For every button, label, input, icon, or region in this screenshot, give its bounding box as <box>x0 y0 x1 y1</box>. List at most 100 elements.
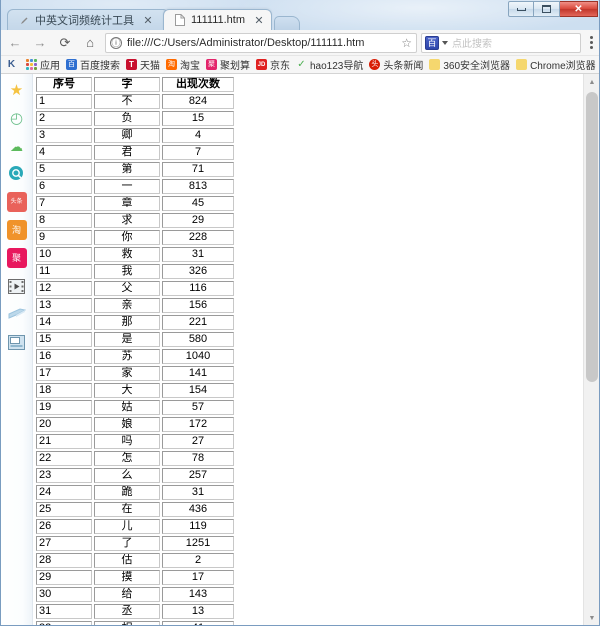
cell-index: 9 <box>36 230 92 245</box>
bookmark-juhuasuan[interactable]: 聚 聚划算 <box>203 57 253 73</box>
cell-character: 负 <box>94 111 160 126</box>
bookmark-hao123[interactable]: ✓ hao123导航 <box>293 57 366 73</box>
tab-document[interactable]: 111111.htm ✕ <box>163 9 272 30</box>
close-button[interactable]: ✕ <box>560 1 598 17</box>
apps-grid-icon <box>26 59 38 70</box>
table-row: 8求29 <box>36 213 234 228</box>
screenshot-icon[interactable] <box>7 332 27 352</box>
table-row: 12父116 <box>36 281 234 296</box>
cell-index: 28 <box>36 553 92 568</box>
table-row: 21吗27 <box>36 434 234 449</box>
table-row: 26儿119 <box>36 519 234 534</box>
bookmark-toutiao[interactable]: 头 头条新闻 <box>366 57 426 73</box>
table-row: 24跪31 <box>36 485 234 500</box>
table-row: 14那221 <box>36 315 234 330</box>
cell-count: 141 <box>162 366 234 381</box>
minimize-button[interactable] <box>508 1 534 17</box>
search-magnifier-icon[interactable] <box>7 164 27 184</box>
cell-character: 章 <box>94 196 160 211</box>
bookmark-baidu[interactable]: 百 百度搜索 <box>63 57 123 73</box>
new-tab-button[interactable] <box>274 16 300 30</box>
bookmark-apps[interactable]: 应用 <box>23 57 63 73</box>
bookmark-label: 百度搜索 <box>80 57 120 72</box>
table-row: 29摸17 <box>36 570 234 585</box>
page-info-icon[interactable]: ⓘ <box>110 37 122 49</box>
cell-index: 23 <box>36 468 92 483</box>
bookmark-label: 聚划算 <box>220 57 250 72</box>
browser-window: 中英文词频统计工具 ✕ 111111.htm ✕ ✕ ← <box>0 0 600 626</box>
cell-index: 1 <box>36 94 92 109</box>
extension-sidebar: ★ ◴ ☁ 头条 淘 聚 <box>1 74 33 626</box>
chrome-menu-button[interactable] <box>581 32 600 54</box>
baidu-icon[interactable]: 百 <box>425 36 439 50</box>
bookmark-label: 淘宝 <box>180 57 200 72</box>
cell-count: 71 <box>162 162 234 177</box>
address-bar[interactable]: ⓘ file:///C:/Users/Administrator/Desktop… <box>105 33 417 53</box>
cell-index: 20 <box>36 417 92 432</box>
scroll-down-arrow-icon[interactable]: ▼ <box>584 610 600 626</box>
bookmark-tmall[interactable]: T 天猫 <box>123 57 163 73</box>
table-row: 11我326 <box>36 264 234 279</box>
bookmark-taobao[interactable]: 淘 淘宝 <box>163 57 203 73</box>
chevron-down-icon[interactable] <box>442 41 448 45</box>
cell-index: 24 <box>36 485 92 500</box>
bookmark-star-icon[interactable]: ☆ <box>401 36 412 50</box>
cell-character: 丞 <box>94 604 160 619</box>
cell-count: 13 <box>162 604 234 619</box>
scrollbar-thumb[interactable] <box>586 92 598 382</box>
favorites-star-icon[interactable]: ★ <box>7 80 27 100</box>
tab-tool[interactable]: 中英文词频统计工具 ✕ <box>7 9 169 30</box>
cell-character: 摸 <box>94 570 160 585</box>
cell-index: 17 <box>36 366 92 381</box>
cell-index: 8 <box>36 213 92 228</box>
search-box[interactable]: 百 点此搜索 <box>421 33 581 53</box>
tab-close-icon[interactable]: ✕ <box>253 14 265 26</box>
jd-icon: JD <box>256 59 267 70</box>
bookmark-jd[interactable]: JD 京东 <box>253 57 293 73</box>
back-button[interactable]: ← <box>4 32 26 54</box>
cell-index: 12 <box>36 281 92 296</box>
table-row: 31丞13 <box>36 604 234 619</box>
table-row: 9你228 <box>36 230 234 245</box>
cell-index: 21 <box>36 434 92 449</box>
vertical-scrollbar[interactable]: ▲ ▼ <box>583 74 599 626</box>
tab-close-icon[interactable]: ✕ <box>142 14 154 26</box>
table-row: 20娘172 <box>36 417 234 432</box>
cell-index: 32 <box>36 621 92 626</box>
bookmark-360-folder[interactable]: 360安全浏览器 <box>426 57 513 73</box>
juhuasuan-icon[interactable]: 聚 <box>7 248 27 268</box>
cell-index: 27 <box>36 536 92 551</box>
page-content: 序号 字 出现次数 1不8242负153卿44君75第716一8137章458求… <box>33 74 580 626</box>
history-clock-icon[interactable]: ◴ <box>7 108 27 128</box>
reload-button[interactable]: ⟳ <box>54 32 76 54</box>
bookmark-manager[interactable]: K <box>3 57 23 73</box>
maximize-button[interactable] <box>534 1 560 17</box>
home-button[interactable]: ⌂ <box>79 32 101 54</box>
cell-count: 1040 <box>162 349 234 364</box>
cell-character: 么 <box>94 468 160 483</box>
cell-character: 救 <box>94 247 160 262</box>
video-film-icon[interactable] <box>7 276 27 296</box>
cell-character: 家 <box>94 366 160 381</box>
forward-button[interactable]: → <box>29 32 51 54</box>
cloud-translate-icon[interactable]: ☁ <box>7 136 27 156</box>
cell-character: 那 <box>94 315 160 330</box>
cell-index: 30 <box>36 587 92 602</box>
cell-count: 29 <box>162 213 234 228</box>
table-row: 22怎78 <box>36 451 234 466</box>
toutiao-news-icon[interactable]: 头条 <box>7 192 27 212</box>
table-row: 27了1251 <box>36 536 234 551</box>
window-controls: ✕ <box>508 1 598 17</box>
shopping-cart-icon[interactable]: 淘 <box>7 220 27 240</box>
book-reader-icon[interactable] <box>7 304 27 324</box>
page-viewport: ★ ◴ ☁ 头条 淘 聚 序号 <box>1 74 600 626</box>
cell-character: 大 <box>94 383 160 398</box>
table-row: 16苏1040 <box>36 349 234 364</box>
taobao-icon: 淘 <box>166 59 177 70</box>
cell-index: 18 <box>36 383 92 398</box>
scroll-up-arrow-icon[interactable]: ▲ <box>584 74 600 90</box>
bookmark-chrome-folder[interactable]: Chrome浏览器 <box>513 57 599 73</box>
table-row: 18大154 <box>36 383 234 398</box>
cell-character: 了 <box>94 536 160 551</box>
cell-character: 一 <box>94 179 160 194</box>
